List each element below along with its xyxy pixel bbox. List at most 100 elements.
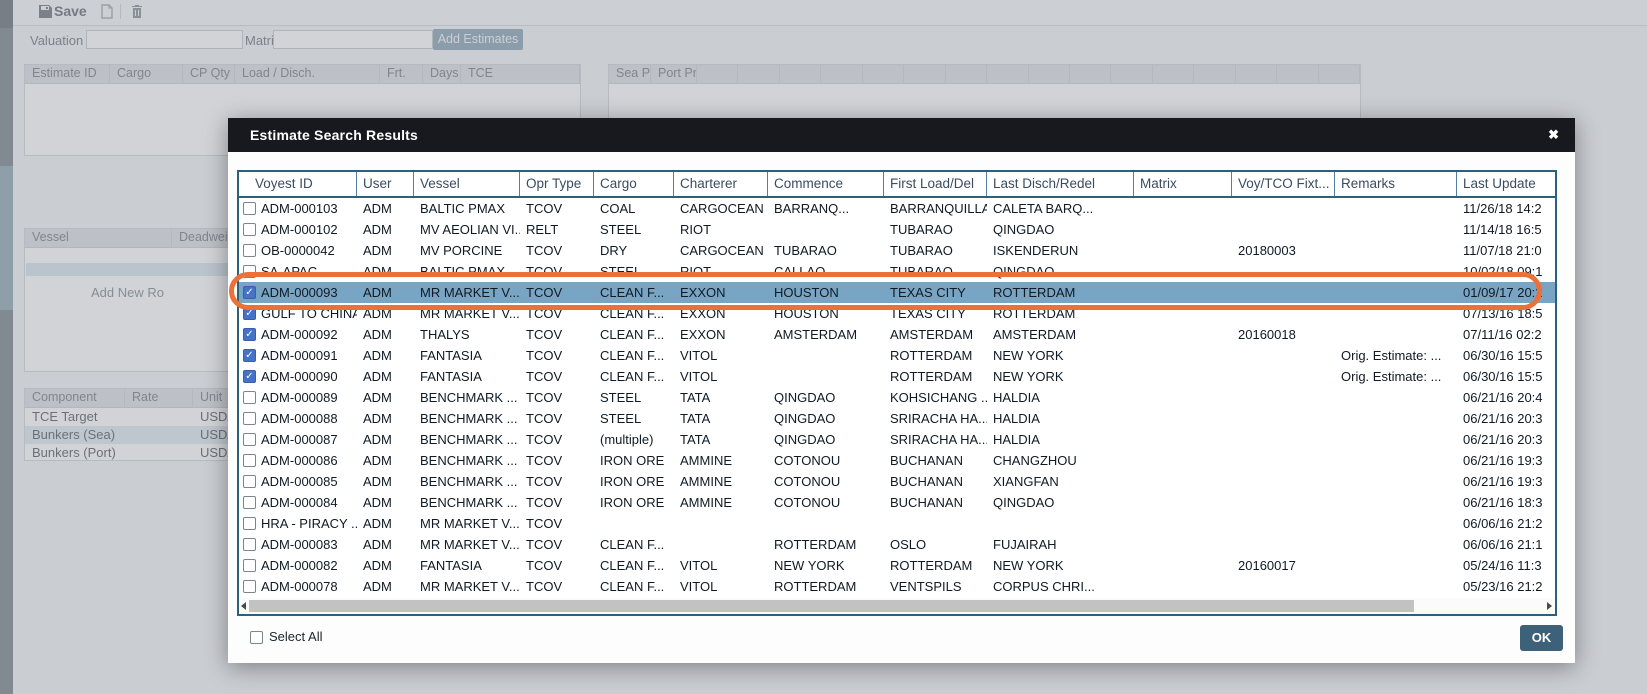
cell-last-update: 06/21/16 18:3	[1457, 492, 1555, 513]
cell-vessel: FANTASIA	[414, 555, 520, 576]
ok-button[interactable]: OK	[1520, 625, 1563, 651]
row-checkbox[interactable]	[243, 454, 256, 467]
row-checkbox[interactable]	[243, 223, 256, 236]
cell-vessel: BALTIC PMAX	[414, 261, 520, 282]
row-checkbox[interactable]: ✓	[243, 307, 256, 320]
table-row[interactable]: ADM-000083ADMMR MARKET V...TCOVCLEAN F..…	[239, 534, 1555, 555]
column-header-user[interactable]: User	[357, 172, 414, 196]
cell-last-update: 06/21/16 20:4	[1457, 387, 1555, 408]
row-checkbox[interactable]	[243, 265, 256, 278]
cell-charterer: AMMINE	[674, 450, 768, 471]
table-row[interactable]: ✓GULF TO CHINAADMMR MARKET V...TCOVCLEAN…	[239, 303, 1555, 324]
cell-charterer: VITOL	[674, 345, 768, 366]
cell-first-load-del: SRIRACHA HA...	[884, 429, 987, 450]
column-header-last-update[interactable]: Last Update	[1457, 172, 1555, 196]
scrollbar-thumb[interactable]	[249, 600, 1414, 612]
row-checkbox[interactable]: ✓	[243, 328, 256, 341]
cell-user: ADM	[357, 429, 414, 450]
cell-remarks	[1335, 555, 1457, 576]
cell-voyest-id: ADM-000085	[239, 471, 357, 492]
scroll-right-arrow-icon[interactable]	[1547, 602, 1552, 610]
row-checkbox[interactable]	[243, 433, 256, 446]
scroll-left-arrow-icon[interactable]	[241, 602, 246, 610]
row-checkbox[interactable]: ✓	[243, 349, 256, 362]
row-checkbox[interactable]	[243, 475, 256, 488]
column-header-voy-tco-fixt[interactable]: Voy/TCO Fixt...	[1232, 172, 1335, 196]
table-row[interactable]: ✓ADM-000093ADMMR MARKET V...TCOVCLEAN F.…	[239, 282, 1555, 303]
row-checkbox[interactable]	[243, 538, 256, 551]
cell-user: ADM	[357, 282, 414, 303]
table-row[interactable]: ADM-000103ADMBALTIC PMAXTCOVCOALCARGOCEA…	[239, 198, 1555, 219]
column-header-last-disch-redel[interactable]: Last Disch/Redel	[987, 172, 1134, 196]
close-icon[interactable]: ✖	[1548, 118, 1559, 152]
cell-voy-tco-fixt	[1232, 408, 1335, 429]
column-header-charterer[interactable]: Charterer	[674, 172, 768, 196]
table-row[interactable]: OB-0000042ADMMV PORCINETCOVDRYCARGOCEANT…	[239, 240, 1555, 261]
column-header-vessel[interactable]: Vessel	[414, 172, 520, 196]
table-row[interactable]: ADM-000086ADMBENCHMARK ...TCOVIRON OREAM…	[239, 450, 1555, 471]
cell-charterer: RIOT	[674, 219, 768, 240]
cell-user: ADM	[357, 471, 414, 492]
row-checkbox[interactable]	[243, 517, 256, 530]
cell-opr-type: TCOV	[520, 282, 594, 303]
cell-first-load-del: VENTSPILS	[884, 576, 987, 597]
cell-cargo: CLEAN F...	[594, 366, 674, 387]
cell-commence	[768, 366, 884, 387]
horizontal-scrollbar[interactable]	[239, 598, 1555, 614]
cell-last-update: 06/06/16 21:2	[1457, 513, 1555, 534]
table-row[interactable]: ADM-000102ADMMV AEOLIAN VI...RELTSTEELRI…	[239, 219, 1555, 240]
table-row[interactable]: HRA - PIRACY ...ADMMR MARKET V...TCOV06/…	[239, 513, 1555, 534]
row-checkbox[interactable]	[243, 244, 256, 257]
table-row[interactable]: ADM-000082ADMFANTASIATCOVCLEAN F...VITOL…	[239, 555, 1555, 576]
row-checkbox[interactable]	[243, 559, 256, 572]
cell-opr-type: TCOV	[520, 366, 594, 387]
cell-charterer: TATA	[674, 429, 768, 450]
cell-remarks	[1335, 513, 1457, 534]
column-header-cargo[interactable]: Cargo	[594, 172, 674, 196]
cell-last-update: 06/06/16 21:1	[1457, 534, 1555, 555]
cell-voyest-id: SA-APAC	[239, 261, 357, 282]
table-row[interactable]: ADM-000088ADMBENCHMARK ...TCOVSTEELTATAQ…	[239, 408, 1555, 429]
table-row[interactable]: ADM-000078ADMMR MARKET V...TCOVCLEAN F..…	[239, 576, 1555, 597]
column-header-opr-type[interactable]: Opr Type	[520, 172, 594, 196]
row-checkbox[interactable]: ✓	[243, 286, 256, 299]
select-all-checkbox[interactable]	[250, 631, 263, 644]
cell-user: ADM	[357, 303, 414, 324]
row-checkbox[interactable]	[243, 412, 256, 425]
table-row[interactable]: ADM-000084ADMBENCHMARK ...TCOVIRON OREAM…	[239, 492, 1555, 513]
row-checkbox[interactable]	[243, 580, 256, 593]
cell-voyest-id: ADM-000087	[239, 429, 357, 450]
cell-vessel: FANTASIA	[414, 366, 520, 387]
cell-vessel: MR MARKET V...	[414, 534, 520, 555]
table-row[interactable]: ADM-000089ADMBENCHMARK ...TCOVSTEELTATAQ…	[239, 387, 1555, 408]
row-checkbox[interactable]	[243, 496, 256, 509]
cell-charterer: RIOT	[674, 261, 768, 282]
table-row[interactable]: SA-APACADMBALTIC PMAXTCOVSTEELRIOTCALLAO…	[239, 261, 1555, 282]
column-header-voyest-id[interactable]: Voyest ID	[239, 172, 357, 196]
column-header-commence[interactable]: Commence	[768, 172, 884, 196]
cell-voy-tco-fixt	[1232, 576, 1335, 597]
cell-matrix	[1134, 555, 1232, 576]
table-row[interactable]: ADM-000087ADMBENCHMARK ...TCOV(multiple)…	[239, 429, 1555, 450]
cell-cargo: CLEAN F...	[594, 303, 674, 324]
table-row[interactable]: ✓ADM-000092ADMTHALYSTCOVCLEAN F...EXXONA…	[239, 324, 1555, 345]
row-checkbox[interactable]: ✓	[243, 370, 256, 383]
cell-voy-tco-fixt	[1232, 534, 1335, 555]
cell-matrix	[1134, 471, 1232, 492]
cell-voy-tco-fixt: 20160017	[1232, 555, 1335, 576]
row-checkbox[interactable]	[243, 202, 256, 215]
cell-first-load-del: OSLO	[884, 534, 987, 555]
table-row[interactable]: ✓ADM-000090ADMFANTASIATCOVCLEAN F...VITO…	[239, 366, 1555, 387]
table-row[interactable]: ✓ADM-000091ADMFANTASIATCOVCLEAN F...VITO…	[239, 345, 1555, 366]
table-row[interactable]: ADM-000085ADMBENCHMARK ...TCOVIRON OREAM…	[239, 471, 1555, 492]
column-header-remarks[interactable]: Remarks	[1335, 172, 1457, 196]
cell-user: ADM	[357, 240, 414, 261]
cell-voyest-id: ADM-000082	[239, 555, 357, 576]
row-checkbox[interactable]	[243, 391, 256, 404]
cell-cargo: STEEL	[594, 408, 674, 429]
cell-cargo: STEEL	[594, 219, 674, 240]
cell-opr-type: TCOV	[520, 240, 594, 261]
column-header-matrix[interactable]: Matrix	[1134, 172, 1232, 196]
column-header-first-load-del[interactable]: First Load/Del	[884, 172, 987, 196]
cell-matrix	[1134, 240, 1232, 261]
